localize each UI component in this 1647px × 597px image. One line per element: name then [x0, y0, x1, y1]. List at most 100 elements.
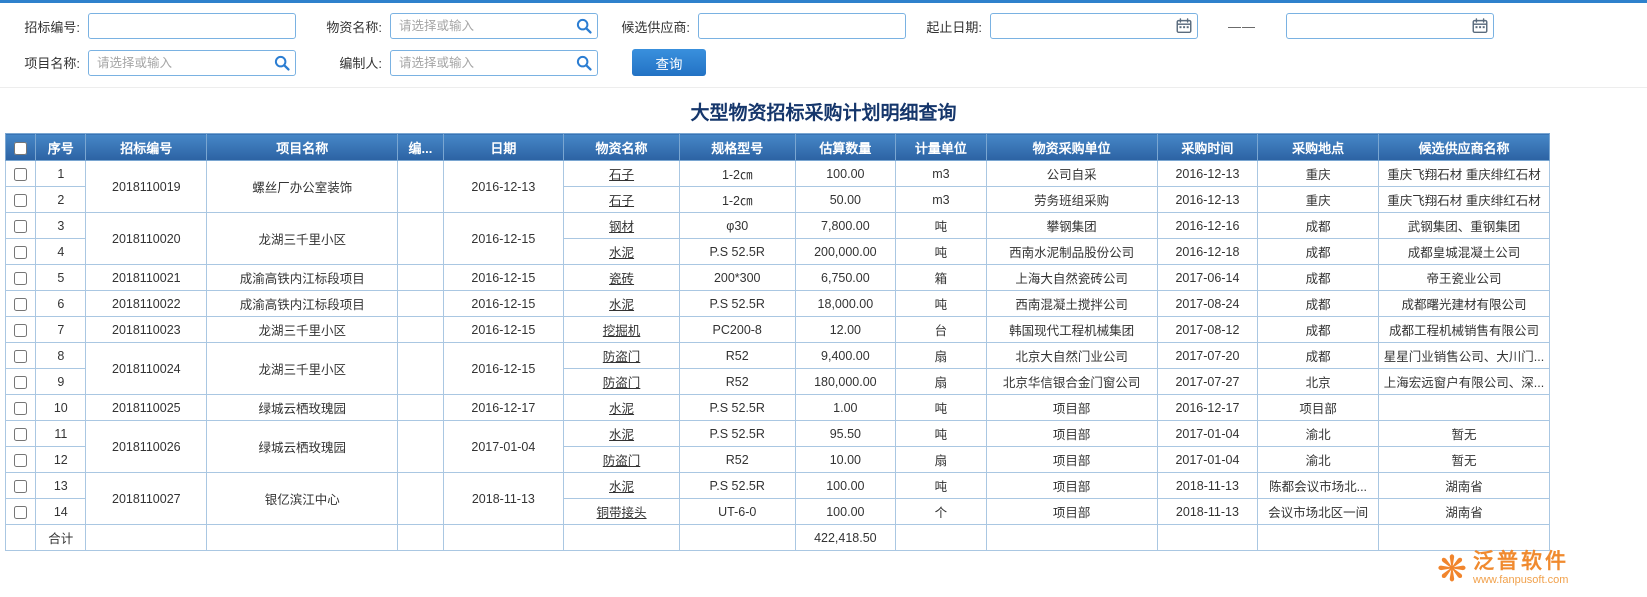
row-checkbox[interactable] — [14, 194, 27, 207]
qty-cell: 95.50 — [795, 421, 896, 447]
row-checkbox[interactable] — [14, 454, 27, 467]
purchase-time-cell: 2016-12-17 — [1157, 395, 1258, 421]
row-checkbox[interactable] — [14, 402, 27, 415]
project-name-link[interactable]: 绿城云栖玫瑰园 — [207, 421, 398, 473]
qty-cell: 200,000.00 — [795, 239, 896, 265]
material-link[interactable]: 瓷砖 — [564, 265, 680, 291]
filter-bid-no: 招标编号: — [12, 13, 296, 39]
table-row: 62018110022成渝高铁内江标段项目2016-12-15水泥P.S 52.… — [6, 291, 1550, 317]
spec-cell: 1-2㎝ — [679, 161, 795, 187]
fanpu-logo-name: 泛普软件 — [1473, 550, 1569, 574]
row-checkbox[interactable] — [14, 272, 27, 285]
material-link[interactable]: 防盗门 — [564, 447, 680, 473]
row-checkbox[interactable] — [14, 168, 27, 181]
preparer-input[interactable] — [390, 50, 598, 76]
date-cell: 2016-12-15 — [443, 213, 564, 265]
material-link[interactable]: 钢材 — [564, 213, 680, 239]
material-link[interactable]: 水泥 — [564, 395, 680, 421]
purchaser-cell: 上海大自然瓷砖公司 — [986, 265, 1157, 291]
project-name-link[interactable]: 龙湖三千里小区 — [207, 343, 398, 395]
purchase-time-cell: 2017-01-04 — [1157, 447, 1258, 473]
material-link[interactable]: 防盗门 — [564, 369, 680, 395]
project-name-link[interactable]: 成渝高铁内江标段项目 — [207, 265, 398, 291]
row-checkbox[interactable] — [14, 480, 27, 493]
preparer-cell — [398, 421, 443, 473]
search-icon[interactable] — [575, 54, 593, 72]
row-checkbox[interactable] — [14, 506, 27, 519]
col-header-qty: 估算数量 — [795, 134, 896, 161]
project-input[interactable] — [88, 50, 296, 76]
material-link[interactable]: 石子 — [564, 187, 680, 213]
search-icon[interactable] — [575, 17, 593, 35]
bid-no-input[interactable] — [88, 13, 296, 39]
spec-cell: φ30 — [679, 213, 795, 239]
start-date-input[interactable] — [990, 13, 1198, 39]
row-checkbox[interactable] — [14, 246, 27, 259]
bid-no-link[interactable]: 2018110024 — [86, 343, 207, 395]
purchase-place-cell: 项目部 — [1258, 395, 1379, 421]
spec-cell: R52 — [679, 447, 795, 473]
select-all-checkbox[interactable] — [14, 142, 27, 155]
calendar-icon[interactable] — [1175, 17, 1193, 35]
material-link[interactable]: 水泥 — [564, 421, 680, 447]
qty-cell: 7,800.00 — [795, 213, 896, 239]
row-select-cell — [6, 499, 36, 525]
project-name-link[interactable]: 银亿滨江中心 — [207, 473, 398, 525]
material-link[interactable]: 挖掘机 — [564, 317, 680, 343]
purchaser-cell: 项目部 — [986, 499, 1157, 525]
project-name-link[interactable]: 绿城云栖玫瑰园 — [207, 395, 398, 421]
filter-preparer: 编制人: — [324, 50, 598, 76]
bid-no-link[interactable]: 2018110023 — [86, 317, 207, 343]
bid-no-link[interactable]: 2018110026 — [86, 421, 207, 473]
col-header-purchaser: 物资采购单位 — [986, 134, 1157, 161]
bid-no-link[interactable]: 2018110020 — [86, 213, 207, 265]
bid-no-link[interactable]: 2018110021 — [86, 265, 207, 291]
seq-cell: 6 — [36, 291, 86, 317]
spec-cell: R52 — [679, 369, 795, 395]
bid-no-link[interactable]: 2018110022 — [86, 291, 207, 317]
row-checkbox[interactable] — [14, 298, 27, 311]
unit-cell: 吨 — [896, 239, 987, 265]
seq-cell: 14 — [36, 499, 86, 525]
fanpu-logo: ❋ 泛普软件 www.fanpusoft.com — [1437, 550, 1569, 587]
row-checkbox[interactable] — [14, 220, 27, 233]
material-link[interactable]: 水泥 — [564, 473, 680, 499]
bid-no-link[interactable]: 2018110019 — [86, 161, 207, 213]
row-checkbox[interactable] — [14, 376, 27, 389]
spec-cell: UT-6-0 — [679, 499, 795, 525]
bid-no-link[interactable]: 2018110027 — [86, 473, 207, 525]
qty-cell: 100.00 — [795, 161, 896, 187]
end-date-input[interactable] — [1286, 13, 1494, 39]
col-header-time: 采购时间 — [1157, 134, 1258, 161]
row-checkbox[interactable] — [14, 428, 27, 441]
bid-no-link[interactable]: 2018110025 — [86, 395, 207, 421]
calendar-icon[interactable] — [1471, 17, 1489, 35]
suppliers-cell: 重庆飞翔石材 重庆绯红石材 — [1378, 161, 1549, 187]
purchase-time-cell: 2017-06-14 — [1157, 265, 1258, 291]
material-link[interactable]: 水泥 — [564, 239, 680, 265]
project-name-link[interactable]: 成渝高铁内江标段项目 — [207, 291, 398, 317]
unit-cell: m3 — [896, 187, 987, 213]
row-checkbox[interactable] — [14, 324, 27, 337]
search-icon[interactable] — [273, 54, 291, 72]
date-cell: 2018-11-13 — [443, 473, 564, 525]
project-name-link[interactable]: 螺丝厂办公室装饰 — [207, 161, 398, 213]
project-name-link[interactable]: 龙湖三千里小区 — [207, 213, 398, 265]
purchase-place-cell: 会议市场北区一间 — [1258, 499, 1379, 525]
row-checkbox[interactable] — [14, 350, 27, 363]
preparer-cell — [398, 317, 443, 343]
table-header-row: 序号 招标编号 项目名称 编... 日期 物资名称 规格型号 估算数量 计量单位… — [6, 134, 1550, 161]
material-link[interactable]: 水泥 — [564, 291, 680, 317]
material-link[interactable]: 铜带接头 — [564, 499, 680, 525]
project-name-link[interactable]: 龙湖三千里小区 — [207, 317, 398, 343]
material-input[interactable] — [390, 13, 598, 39]
filter-project: 项目名称: — [12, 50, 296, 76]
qty-cell: 10.00 — [795, 447, 896, 473]
material-link[interactable]: 石子 — [564, 161, 680, 187]
seq-cell: 2 — [36, 187, 86, 213]
query-button[interactable]: 查询 — [632, 49, 706, 76]
row-select-cell — [6, 239, 36, 265]
supplier-input[interactable] — [698, 13, 906, 39]
suppliers-cell: 上海宏远窗户有限公司、深... — [1378, 369, 1549, 395]
material-link[interactable]: 防盗门 — [564, 343, 680, 369]
